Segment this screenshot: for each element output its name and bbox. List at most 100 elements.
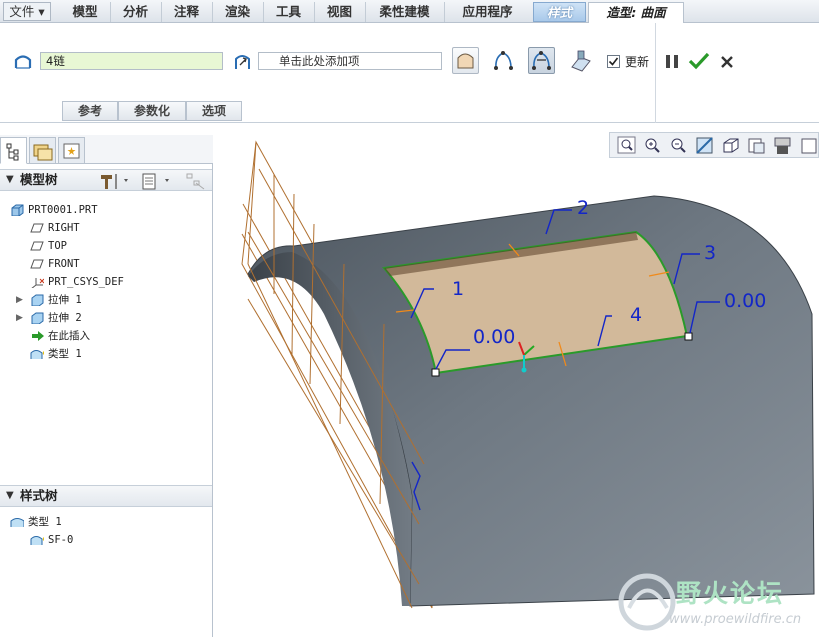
tree-label-front: FRONT	[48, 258, 80, 270]
connect-icon	[494, 51, 513, 70]
tree-label-insert-here: 在此插入	[48, 330, 90, 342]
tab-analysis[interactable]: 分析	[110, 2, 160, 22]
watermark-url: www.proewildfire.cn	[669, 612, 802, 627]
dashboard-separator	[655, 23, 656, 123]
add-item-field[interactable]: 单击此处添加项	[258, 52, 442, 70]
tree-settings-icon[interactable]	[96, 171, 136, 191]
tab-model-tree[interactable]	[0, 137, 27, 164]
tree-row-part[interactable]: PRT0001.PRT	[0, 201, 212, 219]
surface-preview-icon	[457, 53, 474, 69]
tree-row-insert-here[interactable]: 在此插入	[0, 327, 212, 345]
update-label: 更新	[625, 55, 650, 69]
style-tree-title: 样式树	[20, 488, 58, 503]
file-menu-label: 文件	[9, 4, 35, 19]
navigator-tabs	[0, 135, 213, 164]
tree-row-extrude-1[interactable]: ▶ 拉伸 1	[0, 291, 212, 309]
surface-chain-icon[interactable]	[12, 52, 34, 72]
connect-button[interactable]	[490, 47, 517, 74]
expand-arrow-icon[interactable]: ▶	[16, 291, 23, 309]
file-menu[interactable]: 文件 ▾	[3, 2, 51, 21]
subtab-parameterization[interactable]: 参数化	[118, 101, 186, 121]
datum-plane-icon	[30, 223, 44, 233]
style-surface-dashboard: 4链 单击此处添加项 更新 参考 参数化 选项	[0, 23, 819, 123]
tree-row-extrude-2[interactable]: ▶ 拉伸 2	[0, 309, 212, 327]
cancel-icon[interactable]	[719, 54, 735, 70]
collapse-triangle-icon[interactable]: ▼	[6, 486, 14, 506]
style-tree-row-sf0[interactable]: SF-0	[0, 531, 212, 549]
tab-applications[interactable]: 应用程序	[444, 2, 530, 22]
subtab-options[interactable]: 选项	[186, 101, 242, 121]
ok-icon[interactable]	[688, 51, 710, 71]
tree-label-extrude-1: 拉伸 1	[48, 294, 82, 306]
tree-filter-icon[interactable]	[184, 171, 208, 191]
watermark-title: 野火论坛	[676, 579, 785, 608]
csys-icon	[31, 278, 44, 288]
model-canvas[interactable]	[214, 124, 819, 637]
datum-plane-icon	[30, 259, 44, 269]
tab-annotate[interactable]: 注释	[161, 2, 211, 22]
tab-view[interactable]: 视图	[314, 2, 364, 22]
style-feature-icon	[30, 350, 44, 359]
display-icon[interactable]	[568, 49, 594, 73]
favorites-icon	[63, 143, 80, 159]
extrude-icon	[31, 312, 44, 324]
tree-label-right: RIGHT	[48, 222, 80, 234]
style-tree: 类型 1 SF-0	[0, 513, 212, 549]
tree-label-top: TOP	[48, 240, 67, 252]
endpoint-handle-left[interactable]	[431, 368, 440, 377]
expand-arrow-icon[interactable]: ▶	[16, 309, 23, 327]
tree-row-csys[interactable]: PRT_CSYS_DEF	[0, 273, 212, 291]
tab-style-surface[interactable]: 造型: 曲面	[588, 2, 684, 24]
style-tree-label-style-1: 类型 1	[28, 516, 62, 528]
chain-label-1[interactable]: 1	[452, 278, 464, 300]
endpoint-handle-right[interactable]	[684, 332, 693, 341]
style-feature-icon	[10, 518, 24, 527]
tree-label-extrude-2: 拉伸 2	[48, 312, 82, 324]
datum-plane-icon	[30, 241, 44, 251]
graphics-viewport[interactable]: 2 1 3 4 0.00 0.00 野火论坛 www.proewildfire.…	[214, 124, 819, 637]
extrude-icon	[31, 294, 44, 306]
chain-label-3[interactable]: 3	[704, 242, 716, 264]
tab-render[interactable]: 渲染	[212, 2, 262, 22]
tab-tools[interactable]: 工具	[263, 2, 313, 22]
tree-row-front[interactable]: FRONT	[0, 255, 212, 273]
part-icon	[11, 204, 24, 216]
ribbon-tabbar: 文件 ▾ 模型 分析 注释 渲染 工具 视图 柔性建模 应用程序 样式 造型: …	[0, 0, 819, 24]
surface-preview-button[interactable]	[452, 47, 479, 74]
tree-label-part: PRT0001.PRT	[28, 204, 98, 216]
subtab-references[interactable]: 参考	[62, 101, 118, 121]
tree-label-style-1: 类型 1	[48, 348, 82, 360]
tab-model[interactable]: 模型	[61, 2, 109, 22]
tab-folder-browser[interactable]	[29, 137, 56, 164]
model-tree-title: 模型树	[20, 172, 58, 187]
add-item-icon[interactable]	[232, 51, 254, 73]
navigator-panel: ▼ 模型树 PRT0001.PRT RIGHT TOP FRONT PRT_CS…	[0, 135, 213, 637]
chain-label-4[interactable]: 4	[630, 304, 642, 326]
tab-favorites[interactable]	[58, 137, 85, 164]
update-checkbox[interactable]	[607, 55, 620, 68]
model-tree-header: ▼ 模型树	[0, 169, 212, 191]
style-tree-header: ▼ 样式树	[0, 485, 212, 507]
tree-row-top[interactable]: TOP	[0, 237, 212, 255]
chain-label-2[interactable]: 2	[577, 197, 589, 219]
style-tree-label-sf0: SF-0	[48, 534, 74, 546]
tree-row-right[interactable]: RIGHT	[0, 219, 212, 237]
model-tree-icon	[6, 143, 19, 161]
style-surface-icon	[30, 536, 44, 545]
tangent-value-left[interactable]: 0.00	[473, 326, 515, 348]
model-tree: PRT0001.PRT RIGHT TOP FRONT PRT_CSYS_DEF…	[0, 201, 212, 363]
app-window: 文件 ▾ 模型 分析 注释 渲染 工具 视图 柔性建模 应用程序 样式 造型: …	[0, 0, 819, 637]
folder-icon	[33, 144, 53, 161]
tree-columns-icon[interactable]	[140, 171, 180, 191]
tangent-value-right[interactable]: 0.00	[724, 290, 766, 312]
collapse-triangle-icon[interactable]: ▼	[6, 170, 14, 190]
tree-label-csys: PRT_CSYS_DEF	[48, 276, 124, 288]
style-tree-row-style-1[interactable]: 类型 1	[0, 513, 212, 531]
tab-style[interactable]: 样式	[533, 2, 586, 22]
tree-row-style-1[interactable]: 类型 1	[0, 345, 212, 363]
tab-flexible-modeling[interactable]: 柔性建模	[365, 2, 443, 22]
checkmark-icon	[608, 57, 619, 66]
chain-collector-field[interactable]: 4链	[40, 52, 223, 70]
pause-icon[interactable]	[664, 53, 680, 71]
interior-curve-button[interactable]	[528, 47, 555, 74]
